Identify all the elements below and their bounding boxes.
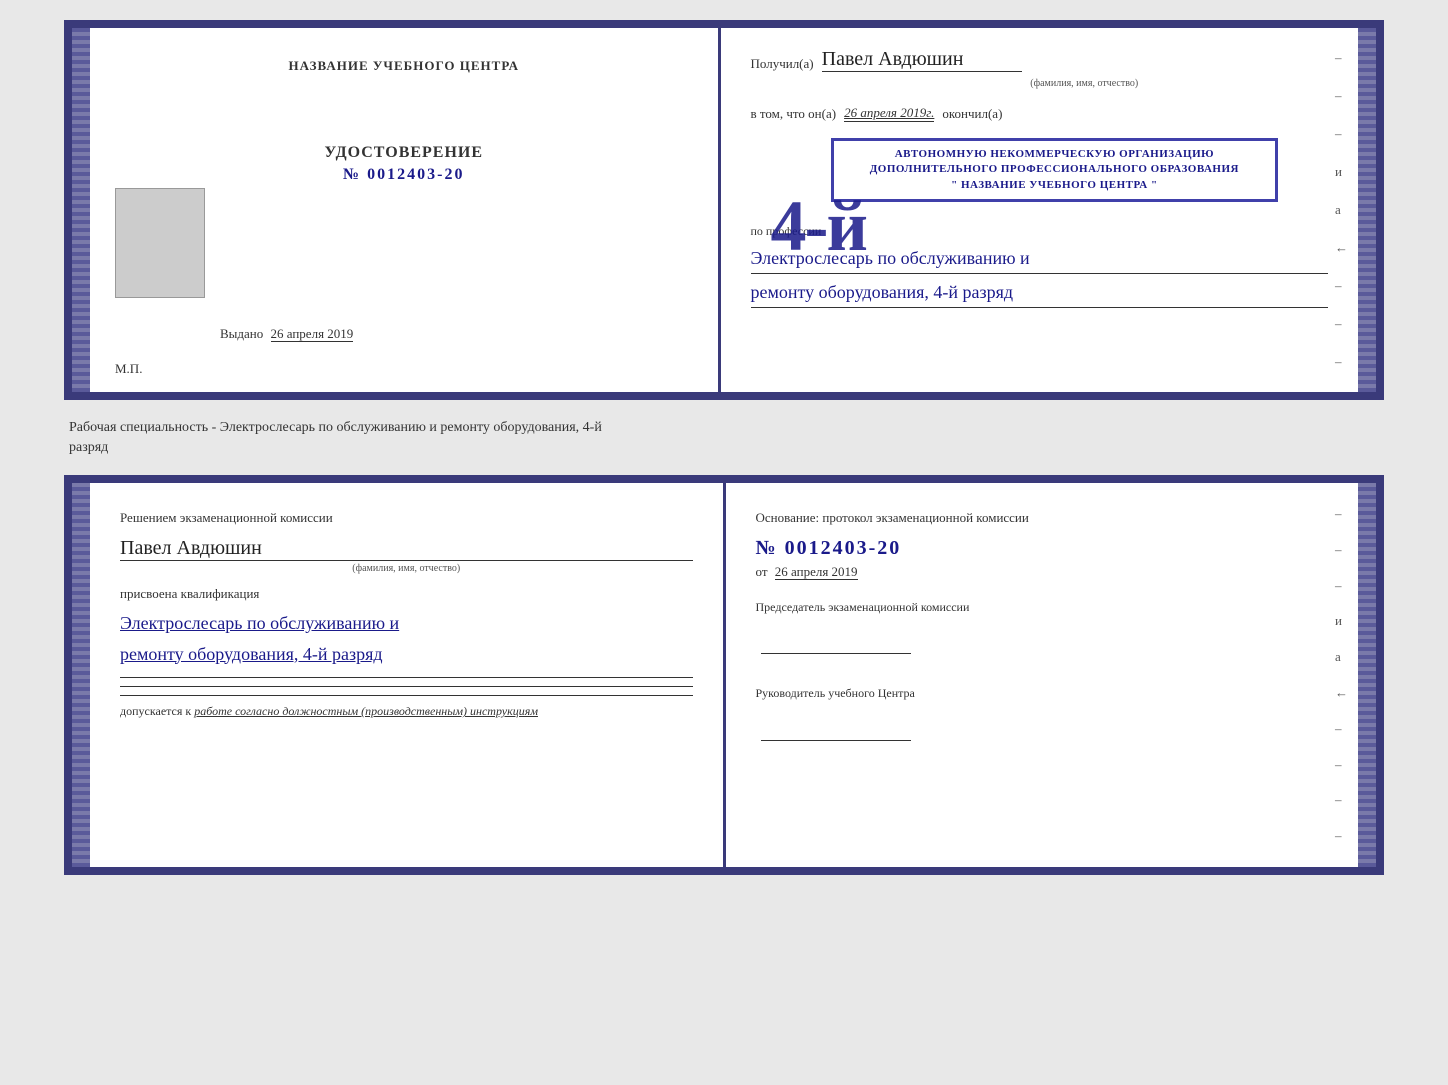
issued-date: 26 апреля 2019 xyxy=(271,326,354,342)
bot-left-page: Решением экзаменационной комиссии Павел … xyxy=(90,483,726,867)
right-side-dashes-bot: – – – и а ← – – – – xyxy=(1335,483,1348,867)
basis-label: Основание: протокол экзаменационной коми… xyxy=(756,508,1329,529)
received-name: Павел Авдюшин xyxy=(822,48,1022,72)
photo-placeholder xyxy=(115,188,205,298)
bot-number: № 0012403-20 xyxy=(756,537,1329,560)
qual-line2: ремонту оборудования, 4-й разряд xyxy=(120,639,693,670)
line2 xyxy=(120,686,693,687)
issued-label: Выдано xyxy=(220,326,263,341)
cert-mp: М.П. xyxy=(115,361,142,377)
chair-section: Председатель экзаменационной комиссии xyxy=(756,598,1329,660)
from-label: от xyxy=(756,564,768,579)
head-label: Руководитель учебного Центра xyxy=(756,684,1329,703)
cert-right-page: Получил(а) Павел Авдюшин (фамилия, имя, … xyxy=(721,28,1359,392)
big-number: 4-й xyxy=(771,190,866,262)
bot-right-page: Основание: протокол экзаменационной коми… xyxy=(726,483,1359,867)
allow-text: допускается к работе согласно должностны… xyxy=(120,704,693,719)
cert-left-page: НАЗВАНИЕ УЧЕБНОГО ЦЕНТРА УДОСТОВЕРЕНИЕ №… xyxy=(90,28,721,392)
fio-subtext: (фамилия, имя, отчество) xyxy=(841,78,1329,89)
spine-right-bot xyxy=(1358,483,1376,867)
qual-line1: Электрослесарь по обслуживанию и xyxy=(120,608,693,639)
finished-label: окончил(а) xyxy=(942,106,1002,122)
stamp-line2: ДОПОЛНИТЕЛЬНОГО ПРОФЕССИОНАЛЬНОГО ОБРАЗО… xyxy=(844,162,1266,177)
profession-line2: ремонту оборудования, 4-й разряд xyxy=(751,278,1329,308)
cert-doc-number: № 0012403-20 xyxy=(343,166,464,184)
from-line: от 26 апреля 2019 xyxy=(756,564,1329,580)
from-date: 26 апреля 2019 xyxy=(775,564,858,580)
allow-label: допускается к xyxy=(120,704,191,718)
vtom-row: в том, что он(а) 26 апреля 2019г. окончи… xyxy=(751,105,1329,122)
stamp-line1: АВТОНОМНУЮ НЕКОММЕРЧЕСКУЮ ОРГАНИЗАЦИЮ xyxy=(844,147,1266,162)
cert-doc-title: УДОСТОВЕРЕНИЕ xyxy=(324,144,483,162)
spine-left-bot xyxy=(72,483,90,867)
bot-fio-subtext: (фамилия, имя, отчество) xyxy=(120,563,693,574)
decision-text: Решением экзаменационной комиссии xyxy=(120,508,693,529)
line3 xyxy=(120,695,693,696)
allow-italic: работе согласно должностным (производств… xyxy=(194,704,538,718)
bot-person-name: Павел Авдюшин xyxy=(120,537,693,561)
assigned-label: присвоена квалификация xyxy=(120,586,693,602)
received-row: Получил(а) Павел Авдюшин xyxy=(751,48,1329,72)
separator-text: Рабочая специальность - Электрослесарь п… xyxy=(64,418,1384,457)
right-side-dashes: – – – и а ← – – – xyxy=(1335,28,1348,392)
head-sign-line xyxy=(761,740,911,741)
separator-line1: Рабочая специальность - Электрослесарь п… xyxy=(69,418,1384,438)
stamp-line3: " НАЗВАНИЕ УЧЕБНОГО ЦЕНТРА " xyxy=(844,178,1266,193)
vtom-label: в том, что он(а) xyxy=(751,106,837,122)
spine-right xyxy=(1358,28,1376,392)
certificate-top: НАЗВАНИЕ УЧЕБНОГО ЦЕНТРА УДОСТОВЕРЕНИЕ №… xyxy=(64,20,1384,400)
received-label: Получил(а) xyxy=(751,56,814,72)
certificate-bottom: Решением экзаменационной комиссии Павел … xyxy=(64,475,1384,875)
chair-sign-line xyxy=(761,653,911,654)
stamp-box: АВТОНОМНУЮ НЕКОММЕРЧЕСКУЮ ОРГАНИЗАЦИЮ ДО… xyxy=(831,138,1279,202)
chair-label: Председатель экзаменационной комиссии xyxy=(756,598,1329,617)
line1 xyxy=(120,677,693,678)
cert-issued-line: Выдано 26 апреля 2019 xyxy=(220,326,353,342)
cert-center-name: НАЗВАНИЕ УЧЕБНОГО ЦЕНТРА xyxy=(288,58,519,74)
head-section: Руководитель учебного Центра xyxy=(756,684,1329,746)
separator-line2: разряд xyxy=(69,438,1384,458)
vtom-date: 26 апреля 2019г. xyxy=(844,105,934,122)
spine-left xyxy=(72,28,90,392)
